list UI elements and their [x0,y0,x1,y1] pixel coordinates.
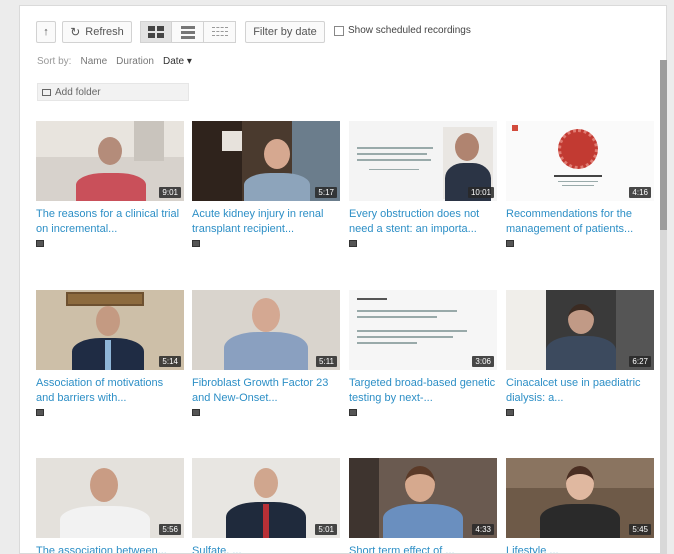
video-card[interactable]: 5:11 Fibroblast Growth Factor 23 and New… [192,290,340,416]
add-folder-label: Add folder [55,86,101,98]
video-title[interactable]: Short term effect of ... [349,544,497,553]
caption-icon [506,240,514,247]
up-arrow-icon: ↑ [43,26,49,38]
vertical-scrollbar[interactable] [660,60,667,554]
duration-badge: 5:45 [629,524,651,535]
video-title[interactable]: Sulfate, ... [192,544,340,553]
video-title[interactable]: Recommendations for the management of pa… [506,207,654,237]
duration-badge: 6:27 [629,356,651,367]
folder-icon [42,88,51,96]
add-folder-button[interactable]: Add folder [37,83,189,101]
video-card[interactable]: 4:33 Short term effect of ... [349,458,497,553]
show-scheduled-toggle[interactable]: Show scheduled recordings [334,25,471,36]
video-card[interactable]: 9:01 The reasons for a clinical trial on… [36,121,184,247]
view-mode-group [140,21,236,43]
list-view-button[interactable] [172,21,204,43]
video-card[interactable]: 5:56 The association between... [36,458,184,553]
video-title[interactable]: Acute kidney injury in renal transplant … [192,207,340,237]
video-thumbnail[interactable]: 5:01 [192,458,340,538]
duration-badge: 4:16 [629,187,651,198]
duration-badge: 3:06 [472,356,494,367]
caption-icon [349,409,357,416]
scheduled-checkbox[interactable] [334,25,344,36]
video-thumbnail[interactable]: 6:27 [506,290,654,370]
grid-view-icon [148,26,164,38]
caption-icon [36,409,44,416]
filter-by-date-button[interactable]: Filter by date [245,21,325,43]
video-card[interactable]: 5:01 Sulfate, ... [192,458,340,553]
refresh-button[interactable]: ↻ Refresh [62,21,132,43]
scheduled-label: Show scheduled recordings [348,25,471,36]
refresh-label: Refresh [85,26,124,38]
video-card[interactable]: 5:17 Acute kidney injury in renal transp… [192,121,340,247]
video-thumbnail[interactable]: 4:33 [349,458,497,538]
duration-badge: 5:17 [315,187,337,198]
filter-label: Filter by date [253,26,317,38]
video-thumbnail[interactable]: 9:01 [36,121,184,201]
list-view-icon [180,25,195,39]
sort-bar: Sort by: Name Duration Date ▾ [37,56,192,67]
refresh-icon: ↻ [70,25,81,39]
sort-prefix: Sort by: [37,56,72,67]
video-card[interactable]: 4:16 Recommendations for the management … [506,121,654,247]
duration-badge: 5:11 [316,356,337,367]
video-card[interactable]: 3:06 Targeted broad-based genetic testin… [349,290,497,416]
video-title[interactable]: Lifestyle ... [506,544,654,553]
details-view-button[interactable] [204,21,236,43]
duration-badge: 4:33 [472,524,494,535]
sort-by-duration[interactable]: Duration [116,56,154,67]
video-title[interactable]: Fibroblast Growth Factor 23 and New-Onse… [192,376,340,406]
video-thumbnail[interactable]: 3:06 [349,290,497,370]
video-card[interactable]: 5:45 Lifestyle ... [506,458,654,553]
caption-icon [192,409,200,416]
caption-icon [36,240,44,247]
video-card[interactable]: 5:14 Association of motivations and barr… [36,290,184,416]
video-title[interactable]: Cinacalcet use in paediatric dialysis: a… [506,376,654,406]
video-title[interactable]: The association between... [36,544,184,553]
video-thumbnail[interactable]: 5:14 [36,290,184,370]
video-card[interactable]: 6:27 Cinacalcet use in paediatric dialys… [506,290,654,416]
video-thumbnail[interactable]: 5:17 [192,121,340,201]
duration-badge: 5:01 [315,524,337,535]
video-thumbnail[interactable]: 4:16 [506,121,654,201]
sort-by-name[interactable]: Name [80,56,107,67]
video-thumbnail[interactable]: 5:56 [36,458,184,538]
up-button[interactable]: ↑ [36,21,56,43]
video-thumbnail[interactable]: 10:01 [349,121,497,201]
duration-badge: 9:01 [159,187,181,198]
video-title[interactable]: The reasons for a clinical trial on incr… [36,207,184,237]
grid-view-button[interactable] [140,21,172,43]
duration-badge: 10:01 [467,187,494,198]
video-title[interactable]: Association of motivations and barriers … [36,376,184,406]
details-view-icon [211,27,228,37]
video-thumbnail[interactable]: 5:45 [506,458,654,538]
video-thumbnail[interactable]: 5:11 [192,290,340,370]
scrollbar-thumb[interactable] [660,60,667,230]
caption-icon [349,240,357,247]
duration-badge: 5:56 [159,524,181,535]
content-pane: ↑ ↻ Refresh Filter by date Show schedule… [19,5,667,554]
video-card[interactable]: 10:01 Every obstruction does not need a … [349,121,497,247]
sort-by-date[interactable]: Date ▾ [163,56,192,67]
caption-icon [506,409,514,416]
video-title[interactable]: Targeted broad-based genetic testing by … [349,376,497,406]
video-title[interactable]: Every obstruction does not need a stent:… [349,207,497,237]
duration-badge: 5:14 [159,356,181,367]
caption-icon [192,240,200,247]
